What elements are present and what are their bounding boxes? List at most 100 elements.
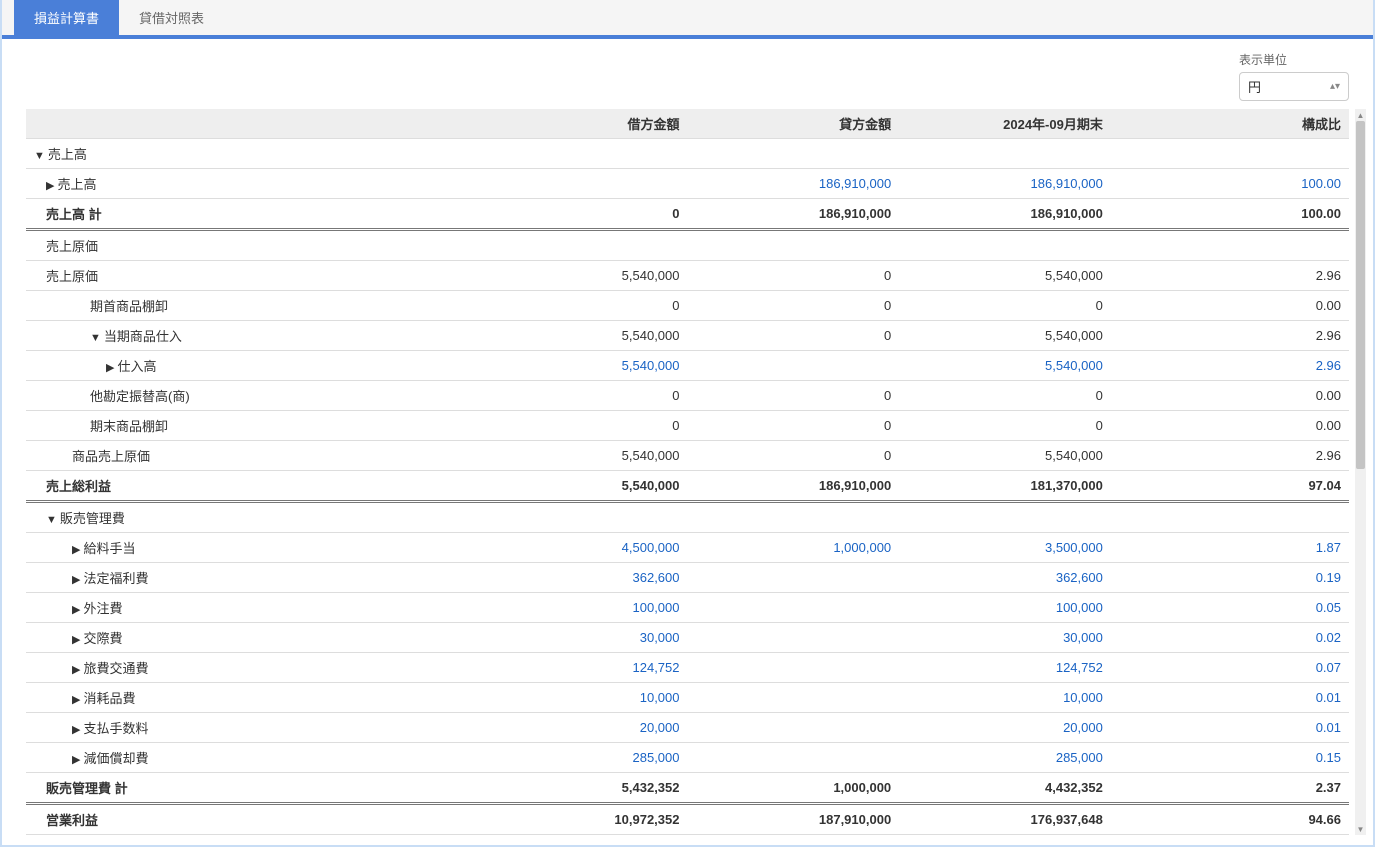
cell-period[interactable]: 3,500,000 xyxy=(899,533,1111,563)
triangle-down-icon[interactable]: ▼ xyxy=(34,150,45,162)
cell-ratio[interactable]: 0.02 xyxy=(1111,623,1349,653)
cell-debit[interactable]: 124,752 xyxy=(476,653,688,683)
cell-debit[interactable]: 20,000 xyxy=(476,713,688,743)
scroll-up-icon[interactable]: ▲ xyxy=(1355,109,1366,121)
row-label-text: 期末商品棚卸 xyxy=(90,419,168,434)
cell-credit[interactable]: 1,000,000 xyxy=(688,533,900,563)
row-label-text: 支払手数料 xyxy=(83,721,148,736)
cell-period: 0 xyxy=(899,381,1111,411)
cell-period[interactable]: 124,752 xyxy=(899,653,1111,683)
row-label[interactable]: ▶法定福利費 xyxy=(26,563,476,593)
cell-debit[interactable]: 5,540,000 xyxy=(476,351,688,381)
table-body: ▼売上高▶売上高186,910,000186,910,000100.00売上高 … xyxy=(26,139,1349,835)
triangle-right-icon[interactable]: ▶ xyxy=(72,633,80,646)
cell-debit[interactable]: 100,000 xyxy=(476,593,688,623)
triangle-down-icon[interactable]: ▼ xyxy=(90,332,101,344)
row-label[interactable]: ▶消耗品費 xyxy=(26,683,476,713)
table-row: ▶仕入高5,540,0005,540,0002.96 xyxy=(26,351,1349,381)
row-label: 売上原価 xyxy=(26,261,476,291)
triangle-right-icon[interactable]: ▶ xyxy=(72,663,80,676)
col-period: 2024年-09月期末 xyxy=(899,109,1111,139)
row-label-text: 売上原価 xyxy=(46,239,98,254)
cell-debit: 5,540,000 xyxy=(476,321,688,351)
cell-debit[interactable]: 4,500,000 xyxy=(476,533,688,563)
row-label[interactable]: ▶減価償却費 xyxy=(26,743,476,773)
cell-ratio: 97.04 xyxy=(1111,471,1349,502)
triangle-right-icon[interactable]: ▶ xyxy=(72,723,80,736)
cell-ratio[interactable]: 2.96 xyxy=(1111,351,1349,381)
table-row: 売上総利益5,540,000186,910,000181,370,00097.0… xyxy=(26,471,1349,502)
triangle-right-icon[interactable]: ▶ xyxy=(72,753,80,766)
row-label-text: 販売管理費 xyxy=(60,511,125,526)
row-label[interactable]: ▼売上高 xyxy=(26,139,476,169)
triangle-right-icon[interactable]: ▶ xyxy=(46,179,54,192)
controls-row: 表示単位 円 ▴▾ xyxy=(2,39,1373,109)
cell-ratio[interactable]: 0.07 xyxy=(1111,653,1349,683)
triangle-right-icon[interactable]: ▶ xyxy=(72,603,80,616)
cell-period[interactable]: 10,000 xyxy=(899,683,1111,713)
row-label[interactable]: ▶給料手当 xyxy=(26,533,476,563)
cell-period[interactable]: 5,540,000 xyxy=(899,351,1111,381)
cell-debit: 5,432,352 xyxy=(476,773,688,804)
row-label-text: 売上高 計 xyxy=(46,207,102,222)
cell-credit: 0 xyxy=(688,441,900,471)
row-label[interactable]: ▶外注費 xyxy=(26,593,476,623)
scrollbar-vertical[interactable]: ▲ ▼ xyxy=(1355,109,1366,835)
row-label-text: 旅費交通費 xyxy=(83,661,148,676)
row-label[interactable]: ▶支払手数料 xyxy=(26,713,476,743)
row-label[interactable]: ▶売上高 xyxy=(26,169,476,199)
cell-ratio: 2.96 xyxy=(1111,261,1349,291)
row-label-text: 売上高 xyxy=(48,147,87,162)
triangle-right-icon[interactable]: ▶ xyxy=(106,361,114,374)
cell-ratio[interactable]: 0.19 xyxy=(1111,563,1349,593)
scroll-down-icon[interactable]: ▼ xyxy=(1355,823,1366,835)
table-row: ▶法定福利費362,600362,6000.19 xyxy=(26,563,1349,593)
cell-credit: 0 xyxy=(688,321,900,351)
triangle-right-icon[interactable]: ▶ xyxy=(72,693,80,706)
cell-debit[interactable]: 285,000 xyxy=(476,743,688,773)
triangle-down-icon[interactable]: ▼ xyxy=(46,514,57,526)
cell-debit: 0 xyxy=(476,199,688,230)
cell-ratio: 2.96 xyxy=(1111,321,1349,351)
cell-credit: 0 xyxy=(688,411,900,441)
cell-credit xyxy=(688,230,900,261)
cell-debit[interactable]: 362,600 xyxy=(476,563,688,593)
row-label[interactable]: ▶旅費交通費 xyxy=(26,653,476,683)
cell-ratio: 2.96 xyxy=(1111,441,1349,471)
cell-ratio[interactable]: 1.87 xyxy=(1111,533,1349,563)
cell-credit xyxy=(688,139,900,169)
cell-credit[interactable]: 186,910,000 xyxy=(688,169,900,199)
scroll-thumb[interactable] xyxy=(1356,121,1365,469)
tab-bs[interactable]: 貸借対照表 xyxy=(119,0,224,35)
cell-ratio[interactable]: 0.05 xyxy=(1111,593,1349,623)
row-label[interactable]: ▶交際費 xyxy=(26,623,476,653)
cell-ratio[interactable]: 0.01 xyxy=(1111,683,1349,713)
row-label: 期末商品棚卸 xyxy=(26,411,476,441)
cell-debit[interactable]: 30,000 xyxy=(476,623,688,653)
cell-debit[interactable]: 10,000 xyxy=(476,683,688,713)
cell-debit: 0 xyxy=(476,411,688,441)
cell-debit: 5,540,000 xyxy=(476,441,688,471)
cell-period[interactable]: 186,910,000 xyxy=(899,169,1111,199)
triangle-right-icon[interactable]: ▶ xyxy=(72,573,80,586)
triangle-right-icon[interactable]: ▶ xyxy=(72,543,80,556)
cell-period[interactable]: 30,000 xyxy=(899,623,1111,653)
table-row: 他勘定振替高(商)0000.00 xyxy=(26,381,1349,411)
row-label[interactable]: ▼当期商品仕入 xyxy=(26,321,476,351)
cell-credit: 0 xyxy=(688,261,900,291)
unit-select[interactable]: 円 ▴▾ xyxy=(1239,72,1349,101)
cell-debit: 10,972,352 xyxy=(476,804,688,835)
cell-period[interactable]: 285,000 xyxy=(899,743,1111,773)
cell-ratio[interactable]: 100.00 xyxy=(1111,169,1349,199)
cell-ratio[interactable]: 0.15 xyxy=(1111,743,1349,773)
cell-period[interactable]: 362,600 xyxy=(899,563,1111,593)
cell-ratio[interactable]: 0.01 xyxy=(1111,713,1349,743)
table-row: ▶外注費100,000100,0000.05 xyxy=(26,593,1349,623)
cell-period[interactable]: 20,000 xyxy=(899,713,1111,743)
row-label[interactable]: ▼販売管理費 xyxy=(26,502,476,533)
cell-period: 4,432,352 xyxy=(899,773,1111,804)
cell-credit xyxy=(688,743,900,773)
row-label[interactable]: ▶仕入高 xyxy=(26,351,476,381)
tab-pl[interactable]: 損益計算書 xyxy=(14,0,119,35)
cell-period[interactable]: 100,000 xyxy=(899,593,1111,623)
